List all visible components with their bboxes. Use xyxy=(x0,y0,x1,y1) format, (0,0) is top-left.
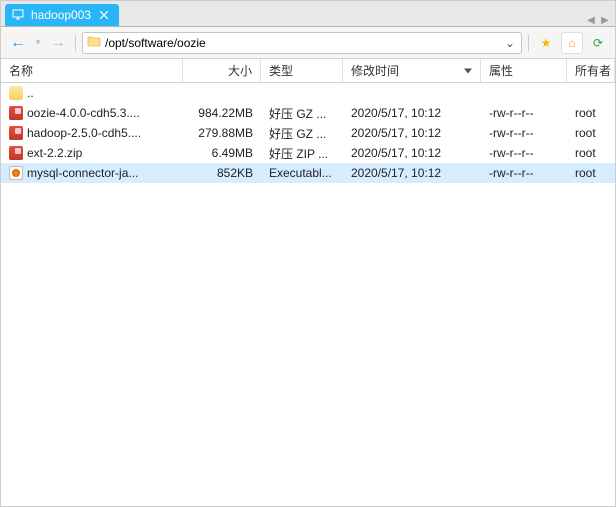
monitor-icon xyxy=(11,8,25,22)
tab-next-icon[interactable]: ▶ xyxy=(599,14,611,26)
col-type[interactable]: 类型 xyxy=(261,59,343,82)
back-dropdown[interactable]: ▾ xyxy=(33,32,43,54)
back-button[interactable]: ← xyxy=(7,32,29,54)
file-attrs: -rw-r--r-- xyxy=(481,123,567,143)
file-name: hadoop-2.5.0-cdh5.... xyxy=(27,126,141,140)
file-attrs: -rw-r--r-- xyxy=(481,103,567,123)
path-input[interactable] xyxy=(105,33,499,53)
file-mtime: 2020/5/17, 10:12 xyxy=(343,123,481,143)
col-size[interactable]: 大小 xyxy=(183,59,261,82)
parent-dir-row[interactable]: .. xyxy=(1,83,615,103)
file-size: 984.22MB xyxy=(183,103,261,123)
home-button[interactable]: ⌂ xyxy=(561,32,583,54)
file-type: Executabl... xyxy=(261,163,343,183)
chevron-down-icon[interactable]: ⌄ xyxy=(503,36,517,50)
archive-icon xyxy=(9,126,23,140)
folder-icon xyxy=(87,35,101,50)
file-list[interactable]: .. oozie-4.0.0-cdh5.3.... 984.22MB好压 GZ ..… xyxy=(1,83,615,506)
close-icon[interactable] xyxy=(97,8,111,22)
file-mtime: 2020/5/17, 10:12 xyxy=(343,143,481,163)
table-row[interactable]: mysql-connector-ja... 852KBExecutabl...20… xyxy=(1,163,615,183)
tab-bar: hadoop003 ◀ ▶ xyxy=(1,1,615,27)
separator xyxy=(528,35,529,51)
file-owner: root xyxy=(567,103,615,123)
forward-button[interactable]: → xyxy=(47,32,69,54)
col-name[interactable]: 名称 xyxy=(1,59,183,82)
column-headers: 名称 大小 类型 修改时间 属性 所有者 xyxy=(1,59,615,83)
tab-prev-icon[interactable]: ◀ xyxy=(585,14,597,26)
tab-active[interactable]: hadoop003 xyxy=(5,4,119,26)
tab-scroll-controls: ◀ ▶ xyxy=(585,14,611,26)
col-attrs[interactable]: 属性 xyxy=(481,59,567,82)
file-name: oozie-4.0.0-cdh5.3.... xyxy=(27,106,140,120)
folder-up-icon xyxy=(9,86,23,100)
file-type: 好压 GZ ... xyxy=(261,103,343,123)
file-owner: root xyxy=(567,163,615,183)
file-attrs: -rw-r--r-- xyxy=(481,143,567,163)
file-size: 852KB xyxy=(183,163,261,183)
file-mtime: 2020/5/17, 10:12 xyxy=(343,103,481,123)
file-type: 好压 GZ ... xyxy=(261,123,343,143)
tab-title: hadoop003 xyxy=(31,8,91,22)
table-row[interactable]: ext-2.2.zip 6.49MB好压 ZIP ...2020/5/17, 10… xyxy=(1,143,615,163)
jar-icon xyxy=(9,166,23,180)
file-mtime: 2020/5/17, 10:12 xyxy=(343,163,481,183)
file-owner: root xyxy=(567,123,615,143)
table-row[interactable]: oozie-4.0.0-cdh5.3.... 984.22MB好压 GZ ...2… xyxy=(1,103,615,123)
file-size: 6.49MB xyxy=(183,143,261,163)
file-type: 好压 ZIP ... xyxy=(261,143,343,163)
archive-icon xyxy=(9,146,23,160)
file-attrs: -rw-r--r-- xyxy=(481,163,567,183)
file-owner: root xyxy=(567,143,615,163)
file-name: mysql-connector-ja... xyxy=(27,166,138,180)
col-mtime[interactable]: 修改时间 xyxy=(343,59,481,82)
col-owner[interactable]: 所有者 xyxy=(567,59,615,82)
path-bar: ⌄ xyxy=(82,32,522,54)
file-name: .. xyxy=(27,86,34,100)
refresh-button[interactable]: ⟳ xyxy=(587,32,609,54)
separator xyxy=(75,35,76,51)
file-name: ext-2.2.zip xyxy=(27,146,82,160)
navigation-bar: ← ▾ → ⌄ ★ ⌂ ⟳ xyxy=(1,27,615,59)
table-row[interactable]: hadoop-2.5.0-cdh5.... 279.88MB好压 GZ ...20… xyxy=(1,123,615,143)
archive-icon xyxy=(9,106,23,120)
bookmark-button[interactable]: ★ xyxy=(535,32,557,54)
file-size: 279.88MB xyxy=(183,123,261,143)
